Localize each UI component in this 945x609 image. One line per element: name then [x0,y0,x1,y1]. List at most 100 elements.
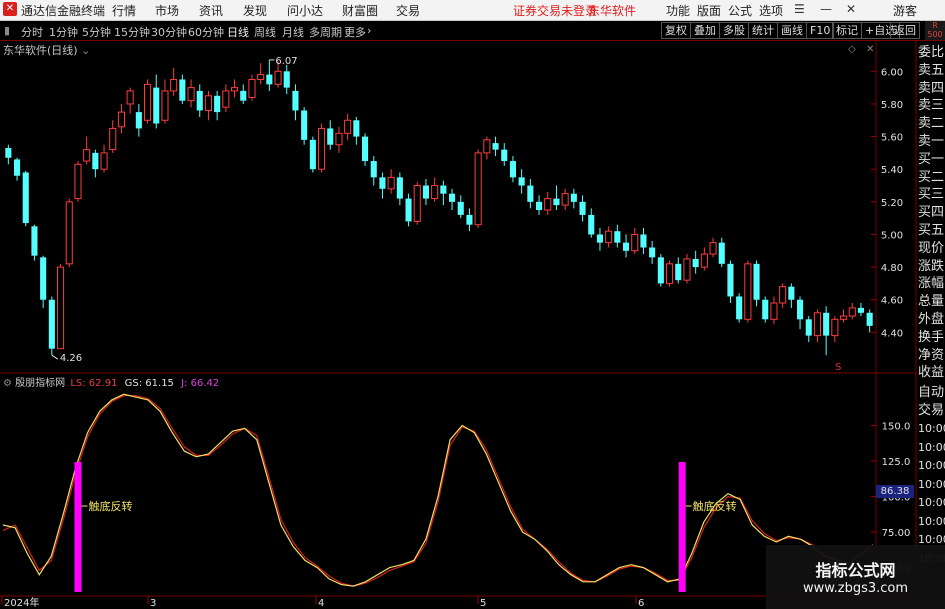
candle-body [700,253,708,268]
candle-body [170,78,178,92]
sidebar-quote-item[interactable]: 卖五 [918,62,945,80]
candle-body [161,90,169,121]
sidebar-quote-item[interactable]: 买三 [918,186,945,204]
j-value: J: 66.42 [181,378,220,389]
candle-body [431,185,439,200]
sidebar-quote-item[interactable]: 买五 [918,222,945,240]
price-tick-label: 4.60 [881,296,903,307]
candle-body [449,193,456,202]
sidebar-quote-item[interactable]: 卖三 [918,97,945,115]
watermark-url: www.zbgs3.com [802,581,909,596]
candle-body [92,152,99,170]
sidebar-quote-item[interactable]: 现价 [918,240,945,258]
settings-icon[interactable]: ⚙ [3,378,12,389]
ls-line [2,393,874,587]
candle-body [709,242,717,255]
signal-label: 触底反转 [693,499,737,513]
indicator-tick-label: 75.00 [882,528,911,539]
indicator-name[interactable]: 殷朋指标网 [15,378,65,389]
sidebar-quote-item[interactable]: 买一 [918,151,945,169]
candle-body [813,312,821,337]
sidebar-quote-item[interactable]: 总量 [918,293,945,311]
low-price-label: 4.26 [60,353,82,364]
candle-body [240,90,247,101]
candle-body [657,257,664,284]
watermark: 指标公式网 www.zbgs3.com [766,545,945,609]
high-price-label: 6.07 [275,56,297,67]
candle-body [640,234,647,248]
candle-body [57,266,65,350]
sidebar-quote-item[interactable]: 卖二 [918,115,945,133]
sidebar-auto[interactable]: 自动 [918,384,945,402]
candle-body [257,74,265,80]
candle-body [561,193,569,206]
sidebar-quote-item[interactable]: 卖一 [918,133,945,151]
candle-body [65,201,73,265]
candle-body [74,163,82,200]
kline-chart[interactable]: 150.0125.0100.075.0050.00触底反转触底反转 6.005.… [0,0,945,609]
candle-body [387,176,395,190]
price-tick-label: 5.20 [881,198,903,209]
sidebar-quote-item[interactable]: 换手 [918,329,945,347]
candle-body [274,70,282,85]
candle-body [5,148,12,158]
price-tick-label: 4.40 [881,328,903,339]
candle-body [126,90,134,105]
sidebar-quote-item[interactable]: 买二 [918,169,945,187]
date-tick-label: 3 [150,598,156,609]
trade-time-item: 10:00 [918,459,945,472]
candle-body [614,231,621,243]
sidebar-quote-item[interactable]: 买四 [918,204,945,222]
candle-body [396,177,403,199]
candle-body [727,263,734,297]
expand-icon[interactable]: ◇ [848,44,856,55]
candle-body [762,299,769,320]
date-tick-label: 5 [480,598,486,609]
candle-body [631,233,639,252]
candle-body [579,201,586,215]
candle-body [666,263,674,284]
signal-bar [678,462,686,592]
candle-body [596,234,603,243]
sidebar-trade[interactable]: 交易 [918,402,945,420]
candle-body [353,120,360,137]
sidebar-quote-item[interactable]: 外盘 [918,311,945,329]
trade-time-item: 10:00 [918,422,945,435]
candle-body [753,263,760,300]
candle-body [649,247,656,258]
candle-body [779,286,787,304]
candle-body [848,307,856,317]
candle-body [266,74,273,85]
sidebar-quote-item[interactable]: 净资 [918,347,945,365]
candle-body [474,152,482,226]
sidebar-quote-item[interactable]: 涨幅 [918,275,945,293]
candle-body [483,139,491,154]
indicator-header: ⚙ 殷朋指标网 LS: 62.91 GS: 61.15 J: 66.42 [3,374,219,389]
candle-body [14,159,21,176]
candle-body [22,172,29,224]
candle-body [31,226,38,256]
candle-body [605,230,613,244]
candle-body [440,185,447,194]
date-tick-label: 6 [638,598,644,609]
candle-body [422,185,429,199]
sidebar-quote-item[interactable]: 委比 [918,44,945,62]
sidebar-quote-item[interactable]: 收益 [918,364,945,382]
watermark-title: 指标公式网 [815,561,896,580]
gs-line [2,395,874,587]
candle-body [588,214,595,235]
candle-body [770,302,778,320]
candle-body [744,263,752,320]
candle-body [283,71,290,88]
candle-body [153,87,160,124]
candle-body [675,263,682,281]
candle-body [248,78,256,98]
candle-body [222,90,230,108]
sidebar-quote-item[interactable]: 卖四 [918,80,945,98]
candle-body [292,90,299,111]
chart-close-icon[interactable]: ✕ [866,44,874,55]
signal-label: 触底反转 [89,499,133,513]
candle-body [117,111,125,128]
sidebar-quote-item[interactable]: 涨跌 [918,258,945,276]
candle-body [405,198,412,222]
